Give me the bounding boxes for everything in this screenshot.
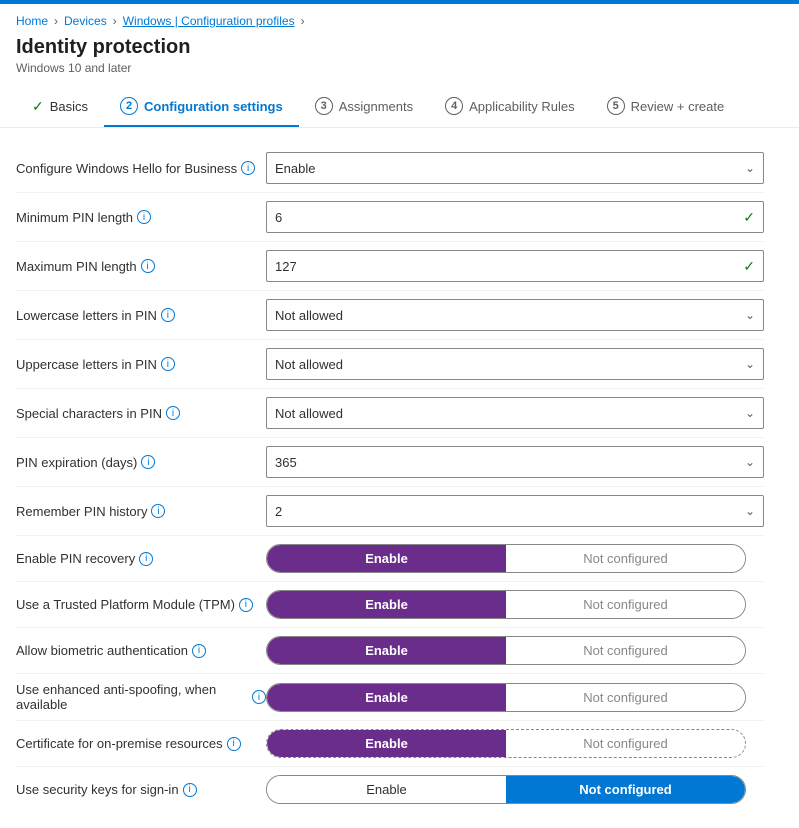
breadcrumb-home[interactable]: Home xyxy=(16,14,48,28)
toggle-enable-biometric[interactable]: Enable xyxy=(267,637,506,664)
dropdown-pin-expiration[interactable]: 365 ⌄ xyxy=(266,446,764,478)
chevron-down-icon: ⌄ xyxy=(745,455,755,469)
check-icon-min-pin: ✓ xyxy=(743,209,755,226)
settings-content: Configure Windows Hello for Business i E… xyxy=(0,128,780,828)
dropdown-max-pin-length[interactable]: 127 ✓ xyxy=(266,250,764,282)
label-remember-history: Remember PIN history xyxy=(16,504,147,519)
tab-review[interactable]: 5 Review + create xyxy=(591,87,741,127)
setting-tpm: Use a Trusted Platform Module (TPM) i En… xyxy=(16,582,764,628)
info-icon-security-keys[interactable]: i xyxy=(183,783,197,797)
tab-assignments-label: Assignments xyxy=(339,99,413,114)
toggle-biometric: Enable Not configured xyxy=(266,636,746,665)
breadcrumb: Home › Devices › Windows | Configuration… xyxy=(0,4,799,32)
check-icon-max-pin: ✓ xyxy=(743,258,755,275)
info-icon-min-pin-length[interactable]: i xyxy=(137,210,151,224)
label-uppercase-letters: Uppercase letters in PIN xyxy=(16,357,157,372)
label-lowercase-letters: Lowercase letters in PIN xyxy=(16,308,157,323)
label-min-pin-length: Minimum PIN length xyxy=(16,210,133,225)
info-icon-max-pin-length[interactable]: i xyxy=(141,259,155,273)
setting-pin-recovery: Enable PIN recovery i Enable Not configu… xyxy=(16,536,764,582)
label-max-pin-length: Maximum PIN length xyxy=(16,259,137,274)
setting-uppercase-letters: Uppercase letters in PIN i Not allowed ⌄ xyxy=(16,340,764,389)
toggle-notconfig-certificate-on-premise[interactable]: Not configured xyxy=(506,730,745,757)
tab-basics-label: Basics xyxy=(50,99,88,114)
setting-biometric: Allow biometric authentication i Enable … xyxy=(16,628,764,674)
tab-configuration-label: Configuration settings xyxy=(144,99,283,114)
page-subtitle: Windows 10 and later xyxy=(16,61,783,75)
label-certificate-on-premise: Certificate for on-premise resources xyxy=(16,736,223,751)
dropdown-configure-windows-hello[interactable]: Enable ⌄ xyxy=(266,152,764,184)
tabs-nav: ✓ Basics 2 Configuration settings 3 Assi… xyxy=(0,87,799,128)
tab-review-label: Review + create xyxy=(631,99,725,114)
label-pin-expiration: PIN expiration (days) xyxy=(16,455,137,470)
label-security-keys: Use security keys for sign-in xyxy=(16,782,179,797)
setting-remember-history: Remember PIN history i 2 ⌄ xyxy=(16,487,764,536)
setting-configure-windows-hello: Configure Windows Hello for Business i E… xyxy=(16,144,764,193)
info-icon-anti-spoofing[interactable]: i xyxy=(252,690,266,704)
label-tpm: Use a Trusted Platform Module (TPM) xyxy=(16,597,235,612)
toggle-enable-tpm[interactable]: Enable xyxy=(267,591,506,618)
tab-configuration[interactable]: 2 Configuration settings xyxy=(104,87,299,127)
dropdown-lowercase-letters[interactable]: Not allowed ⌄ xyxy=(266,299,764,331)
label-anti-spoofing: Use enhanced anti-spoofing, when availab… xyxy=(16,682,248,712)
info-icon-uppercase-letters[interactable]: i xyxy=(161,357,175,371)
info-icon-tpm[interactable]: i xyxy=(239,598,253,612)
toggle-security-keys: Enable Not configured xyxy=(266,775,746,804)
tab-applicability[interactable]: 4 Applicability Rules xyxy=(429,87,591,127)
info-icon-pin-recovery[interactable]: i xyxy=(139,552,153,566)
toggle-certificate-on-premise: Enable Not configured xyxy=(266,729,746,758)
dropdown-uppercase-letters[interactable]: Not allowed ⌄ xyxy=(266,348,764,380)
setting-special-chars: Special characters in PIN i Not allowed … xyxy=(16,389,764,438)
info-icon-remember-history[interactable]: i xyxy=(151,504,165,518)
toggle-enable-pin-recovery[interactable]: Enable xyxy=(267,545,506,572)
tab-assignments-number: 3 xyxy=(315,97,333,115)
page-title: Identity protection xyxy=(16,36,783,59)
dropdown-remember-history[interactable]: 2 ⌄ xyxy=(266,495,764,527)
label-configure-windows-hello: Configure Windows Hello for Business xyxy=(16,161,237,176)
label-biometric: Allow biometric authentication xyxy=(16,643,188,658)
info-icon-certificate-on-premise[interactable]: i xyxy=(227,737,241,751)
chevron-down-icon: ⌄ xyxy=(745,406,755,420)
setting-pin-expiration: PIN expiration (days) i 365 ⌄ xyxy=(16,438,764,487)
toggle-anti-spoofing: Enable Not configured xyxy=(266,683,746,712)
info-icon-special-chars[interactable]: i xyxy=(166,406,180,420)
setting-anti-spoofing: Use enhanced anti-spoofing, when availab… xyxy=(16,674,764,721)
toggle-notconfig-anti-spoofing[interactable]: Not configured xyxy=(506,684,745,711)
dropdown-min-pin-length[interactable]: 6 ✓ xyxy=(266,201,764,233)
setting-lowercase-letters: Lowercase letters in PIN i Not allowed ⌄ xyxy=(16,291,764,340)
label-special-chars: Special characters in PIN xyxy=(16,406,162,421)
tab-assignments[interactable]: 3 Assignments xyxy=(299,87,429,127)
tab-review-number: 5 xyxy=(607,97,625,115)
info-icon-lowercase-letters[interactable]: i xyxy=(161,308,175,322)
tab-applicability-label: Applicability Rules xyxy=(469,99,575,114)
breadcrumb-devices[interactable]: Devices xyxy=(64,14,107,28)
chevron-down-icon: ⌄ xyxy=(745,504,755,518)
page-header: Identity protection Windows 10 and later xyxy=(0,32,799,87)
check-icon: ✓ xyxy=(32,98,44,115)
tab-configuration-number: 2 xyxy=(120,97,138,115)
info-icon-biometric[interactable]: i xyxy=(192,644,206,658)
toggle-notconfig-biometric[interactable]: Not configured xyxy=(506,637,745,664)
toggle-pin-recovery: Enable Not configured xyxy=(266,544,746,573)
toggle-notconfig-pin-recovery[interactable]: Not configured xyxy=(506,545,745,572)
info-icon-configure-windows-hello[interactable]: i xyxy=(241,161,255,175)
label-pin-recovery: Enable PIN recovery xyxy=(16,551,135,566)
tab-basics[interactable]: ✓ Basics xyxy=(16,88,104,127)
tab-applicability-number: 4 xyxy=(445,97,463,115)
toggle-enable-anti-spoofing[interactable]: Enable xyxy=(267,684,506,711)
toggle-enable-certificate-on-premise[interactable]: Enable xyxy=(267,730,506,757)
chevron-down-icon: ⌄ xyxy=(745,161,755,175)
info-icon-pin-expiration[interactable]: i xyxy=(141,455,155,469)
dropdown-special-chars[interactable]: Not allowed ⌄ xyxy=(266,397,764,429)
chevron-down-icon: ⌄ xyxy=(745,308,755,322)
setting-max-pin-length: Maximum PIN length i 127 ✓ xyxy=(16,242,764,291)
setting-certificate-on-premise: Certificate for on-premise resources i E… xyxy=(16,721,764,767)
setting-security-keys: Use security keys for sign-in i Enable N… xyxy=(16,767,764,812)
toggle-notconfig-tpm[interactable]: Not configured xyxy=(506,591,745,618)
toggle-tpm: Enable Not configured xyxy=(266,590,746,619)
breadcrumb-config-profiles[interactable]: Windows | Configuration profiles xyxy=(123,14,295,28)
chevron-down-icon: ⌄ xyxy=(745,357,755,371)
setting-min-pin-length: Minimum PIN length i 6 ✓ xyxy=(16,193,764,242)
